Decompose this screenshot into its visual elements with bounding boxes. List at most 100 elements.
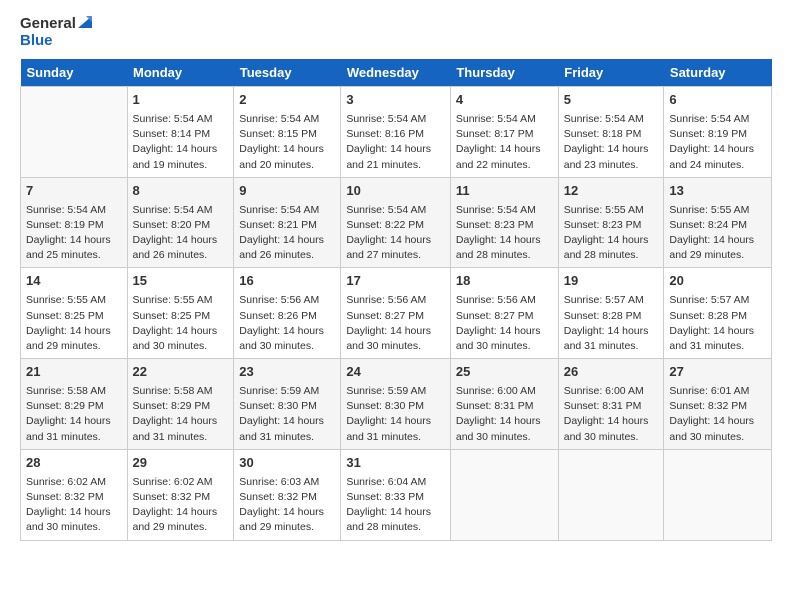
header-tuesday: Tuesday	[234, 59, 341, 87]
day-info-line: Sunset: 8:25 PM	[133, 309, 229, 324]
day-info-line: Daylight: 14 hours	[669, 324, 766, 339]
day-info-line: Sunset: 8:32 PM	[26, 490, 122, 505]
day-info-line: Sunrise: 5:54 AM	[346, 112, 445, 127]
day-info-line: and 30 minutes.	[239, 339, 335, 354]
day-info-line: and 21 minutes.	[346, 158, 445, 173]
calendar-cell: 6Sunrise: 5:54 AMSunset: 8:19 PMDaylight…	[664, 87, 772, 178]
day-info-line: and 20 minutes.	[239, 158, 335, 173]
day-info-line: Sunrise: 5:56 AM	[239, 293, 335, 308]
day-info-line: Daylight: 14 hours	[26, 505, 122, 520]
day-info-line: and 30 minutes.	[669, 430, 766, 445]
day-info-line: Sunset: 8:26 PM	[239, 309, 335, 324]
day-info-line: Sunrise: 5:58 AM	[133, 384, 229, 399]
header-sunday: Sunday	[21, 59, 128, 87]
calendar-cell: 21Sunrise: 5:58 AMSunset: 8:29 PMDayligh…	[21, 359, 128, 450]
day-info-line: Sunset: 8:31 PM	[564, 399, 659, 414]
day-info-line: Sunrise: 5:54 AM	[346, 203, 445, 218]
day-number: 13	[669, 182, 766, 201]
day-number: 18	[456, 272, 553, 291]
day-number: 17	[346, 272, 445, 291]
day-info-line: and 30 minutes.	[26, 520, 122, 535]
day-info-line: Daylight: 14 hours	[456, 414, 553, 429]
day-info-line: and 28 minutes.	[564, 248, 659, 263]
day-number: 27	[669, 363, 766, 382]
day-number: 26	[564, 363, 659, 382]
day-info-line: Daylight: 14 hours	[26, 324, 122, 339]
day-info-line: and 25 minutes.	[26, 248, 122, 263]
calendar-cell: 15Sunrise: 5:55 AMSunset: 8:25 PMDayligh…	[127, 268, 234, 359]
day-info-line: Daylight: 14 hours	[239, 233, 335, 248]
week-row-1: 1Sunrise: 5:54 AMSunset: 8:14 PMDaylight…	[21, 87, 772, 178]
day-info-line: Sunrise: 5:56 AM	[346, 293, 445, 308]
header-saturday: Saturday	[664, 59, 772, 87]
day-info-line: Sunrise: 5:58 AM	[26, 384, 122, 399]
day-info-line: and 28 minutes.	[456, 248, 553, 263]
day-info-line: Daylight: 14 hours	[346, 142, 445, 157]
day-info-line: Sunset: 8:30 PM	[346, 399, 445, 414]
day-info-line: Sunset: 8:15 PM	[239, 127, 335, 142]
header: General Blue	[20, 16, 772, 49]
day-info-line: Sunrise: 6:00 AM	[564, 384, 659, 399]
day-info-line: Daylight: 14 hours	[26, 414, 122, 429]
day-number: 2	[239, 91, 335, 110]
day-info-line: Sunrise: 5:59 AM	[239, 384, 335, 399]
logo-general: General	[20, 16, 92, 33]
day-info-line: Daylight: 14 hours	[346, 414, 445, 429]
day-number: 10	[346, 182, 445, 201]
day-info-line: Sunrise: 6:00 AM	[456, 384, 553, 399]
day-info-line: Daylight: 14 hours	[133, 324, 229, 339]
day-info-line: Sunset: 8:24 PM	[669, 218, 766, 233]
day-info-line: Sunrise: 5:54 AM	[669, 112, 766, 127]
day-info-line: and 30 minutes.	[346, 339, 445, 354]
calendar-cell: 31Sunrise: 6:04 AMSunset: 8:33 PMDayligh…	[341, 449, 451, 540]
day-info-line: Daylight: 14 hours	[564, 233, 659, 248]
day-info-line: and 30 minutes.	[133, 339, 229, 354]
day-info-line: Sunrise: 5:56 AM	[456, 293, 553, 308]
day-info-line: and 23 minutes.	[564, 158, 659, 173]
day-info-line: and 30 minutes.	[456, 339, 553, 354]
day-info-line: Sunset: 8:27 PM	[456, 309, 553, 324]
day-number: 9	[239, 182, 335, 201]
week-row-3: 14Sunrise: 5:55 AMSunset: 8:25 PMDayligh…	[21, 268, 772, 359]
day-info-line: Sunset: 8:29 PM	[133, 399, 229, 414]
day-info-line: Sunrise: 5:54 AM	[564, 112, 659, 127]
day-info-line: Daylight: 14 hours	[669, 414, 766, 429]
day-number: 4	[456, 91, 553, 110]
day-info-line: Sunrise: 5:54 AM	[239, 203, 335, 218]
day-info-line: Daylight: 14 hours	[456, 324, 553, 339]
day-info-line: Sunrise: 5:54 AM	[26, 203, 122, 218]
week-row-5: 28Sunrise: 6:02 AMSunset: 8:32 PMDayligh…	[21, 449, 772, 540]
day-info-line: Sunset: 8:32 PM	[239, 490, 335, 505]
day-info-line: Sunrise: 5:54 AM	[239, 112, 335, 127]
day-number: 29	[133, 454, 229, 473]
day-number: 12	[564, 182, 659, 201]
day-number: 6	[669, 91, 766, 110]
calendar-cell: 23Sunrise: 5:59 AMSunset: 8:30 PMDayligh…	[234, 359, 341, 450]
day-info-line: and 22 minutes.	[456, 158, 553, 173]
calendar-cell: 19Sunrise: 5:57 AMSunset: 8:28 PMDayligh…	[558, 268, 664, 359]
calendar-cell: 18 Sunrise: 5:56 AMSunset: 8:27 PMDayligh…	[450, 268, 558, 359]
day-number: 14	[26, 272, 122, 291]
day-info-line: and 26 minutes.	[133, 248, 229, 263]
day-number: 8	[133, 182, 229, 201]
calendar-cell: 10Sunrise: 5:54 AMSunset: 8:22 PMDayligh…	[341, 177, 451, 268]
day-info-line: Sunset: 8:19 PM	[669, 127, 766, 142]
day-info-line: Sunset: 8:27 PM	[346, 309, 445, 324]
day-info-line: Sunset: 8:32 PM	[133, 490, 229, 505]
day-info-line: Daylight: 14 hours	[133, 505, 229, 520]
day-info-line: Sunset: 8:32 PM	[669, 399, 766, 414]
day-info-line: Sunrise: 6:01 AM	[669, 384, 766, 399]
day-info-line: Sunset: 8:17 PM	[456, 127, 553, 142]
day-number: 23	[239, 363, 335, 382]
calendar-cell: 25Sunrise: 6:00 AMSunset: 8:31 PMDayligh…	[450, 359, 558, 450]
day-info-line: and 31 minutes.	[26, 430, 122, 445]
calendar-table: SundayMondayTuesdayWednesdayThursdayFrid…	[20, 59, 772, 541]
day-info-line: and 29 minutes.	[133, 520, 229, 535]
day-info-line: and 29 minutes.	[239, 520, 335, 535]
day-number: 20	[669, 272, 766, 291]
day-info-line: Daylight: 14 hours	[133, 142, 229, 157]
day-number: 15	[133, 272, 229, 291]
day-info-line: Sunrise: 6:02 AM	[133, 475, 229, 490]
calendar-cell: 7Sunrise: 5:54 AMSunset: 8:19 PMDaylight…	[21, 177, 128, 268]
day-info-line: Daylight: 14 hours	[133, 414, 229, 429]
